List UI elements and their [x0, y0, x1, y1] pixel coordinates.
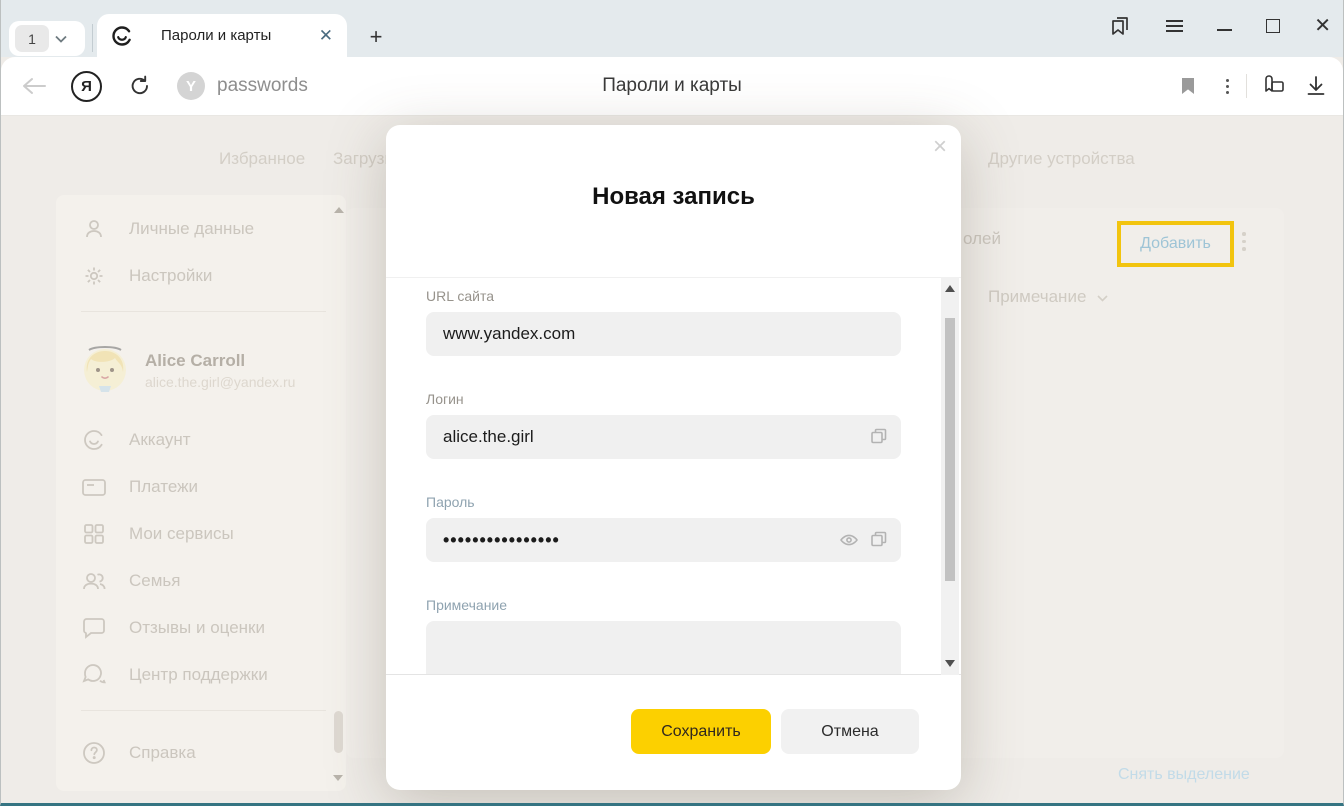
profile-block[interactable]: Alice Carroll alice.the.girl@yandex.ru [81, 324, 346, 416]
deselect-link[interactable]: Снять выделение [1118, 766, 1250, 784]
sidebar-item-help[interactable]: Справка [81, 729, 346, 776]
back-icon[interactable] [21, 76, 47, 96]
sidebar-item-support[interactable]: Центр поддержки [81, 651, 346, 698]
browser-tab-active[interactable]: Пароли и карты ✕ [97, 14, 347, 57]
browser-toolbar: Я Y passwords Пароли и карты [1, 57, 1343, 116]
tab-panels-icon[interactable] [1108, 14, 1132, 38]
avatar [81, 346, 129, 394]
divider [92, 24, 93, 52]
dialog-footer: Сохранить Отмена [386, 676, 961, 790]
person-icon [81, 216, 107, 242]
sidebar-item-family[interactable]: Семья [81, 557, 346, 604]
scrollbar-thumb[interactable] [945, 318, 955, 581]
sidebar-scrollbar[interactable] [332, 207, 345, 781]
sidebar: Личные данные Настройки [56, 195, 346, 791]
chevron-down-icon[interactable] [55, 35, 67, 43]
add-button[interactable]: Добавить [1140, 235, 1211, 253]
question-circle-icon [81, 740, 107, 766]
cancel-button[interactable]: Отмена [781, 709, 919, 754]
divider [81, 710, 326, 711]
download-icon[interactable] [1305, 75, 1327, 97]
browser-window: 1 Пароли и карты ✕ + ✕ [0, 0, 1344, 806]
profile-name: Alice Carroll [145, 351, 295, 371]
sidebar-item-payments[interactable]: Платежи [81, 463, 346, 510]
copy-icon[interactable] [870, 428, 888, 446]
divider [1246, 74, 1247, 98]
divider [81, 311, 326, 312]
toolbar-menu-icon[interactable] [1226, 79, 1229, 94]
maximize-button[interactable] [1266, 19, 1280, 33]
tab-close-icon[interactable]: ✕ [319, 27, 333, 44]
url-text[interactable]: passwords [217, 75, 308, 97]
speech-bubble-icon [81, 615, 107, 641]
clipped-search-text: олей [963, 229, 1001, 249]
scroll-up-arrow[interactable] [945, 285, 955, 292]
scroll-down-arrow[interactable] [945, 660, 955, 667]
menu-icon[interactable] [1166, 20, 1183, 32]
nav-tab-favorites[interactable]: Избранное [219, 149, 305, 169]
reload-icon[interactable] [128, 74, 152, 98]
bookmark-icon[interactable] [1179, 76, 1197, 96]
scrollbar-thumb[interactable] [334, 711, 343, 753]
copy-icon[interactable] [870, 531, 888, 549]
dialog-scrollbar[interactable] [941, 277, 959, 675]
collections-icon[interactable] [1261, 74, 1287, 98]
note-field-label: Примечание [426, 597, 901, 613]
sidebar-item-personal-data[interactable]: Личные данные [81, 205, 346, 252]
save-button[interactable]: Сохранить [631, 709, 771, 754]
window-close-button[interactable]: ✕ [1314, 16, 1331, 36]
minimize-button[interactable] [1217, 29, 1232, 31]
family-icon [81, 568, 107, 594]
nav-tab-other-devices[interactable]: Другие устройства [988, 149, 1135, 169]
tab-strip: 1 Пароли и карты ✕ + ✕ [1, 0, 1343, 57]
site-favicon: Y [177, 72, 205, 100]
column-header-note[interactable]: Примечание [988, 287, 1108, 307]
new-tab-button[interactable]: + [361, 22, 391, 52]
profile-email: alice.the.girl@yandex.ru [145, 374, 295, 390]
chevron-down-icon [1097, 295, 1108, 302]
tab-group-chip[interactable]: 1 [9, 21, 85, 56]
note-textarea[interactable] [426, 621, 901, 675]
show-password-eye-icon[interactable] [839, 531, 857, 549]
sidebar-item-reviews[interactable]: Отзывы и оценки [81, 604, 346, 651]
password-field-label: Пароль [426, 494, 901, 510]
tab-group-number[interactable]: 1 [15, 25, 49, 52]
list-menu-icon[interactable] [1242, 232, 1246, 251]
dialog-close-icon[interactable]: × [933, 133, 947, 161]
login-input[interactable] [426, 415, 901, 459]
scroll-up-arrow[interactable] [334, 207, 344, 213]
sidebar-item-my-services[interactable]: Мои сервисы [81, 510, 346, 557]
bank-card-icon [81, 474, 107, 500]
login-field-label: Логин [426, 391, 901, 407]
grid-icon [81, 521, 107, 547]
gear-icon [81, 263, 107, 289]
add-button-highlight[interactable]: Добавить [1117, 221, 1234, 267]
dialog-form-scroll-area: URL сайта Логин Паро [386, 277, 961, 675]
yandex-browser-smiley-icon [111, 25, 133, 47]
sidebar-item-account[interactable]: Аккаунт [81, 416, 346, 463]
password-input[interactable] [426, 518, 901, 562]
dialog-title: Новая запись [386, 183, 961, 211]
url-input[interactable] [426, 312, 901, 356]
scroll-down-arrow[interactable] [333, 775, 343, 781]
yandex-home-icon[interactable]: Я [71, 71, 102, 102]
tab-title: Пароли и карты [145, 27, 307, 44]
sidebar-item-settings[interactable]: Настройки [81, 252, 346, 299]
toolbar-page-title: Пароли и карты [602, 57, 742, 115]
smiley-circle-icon [81, 427, 107, 453]
new-entry-dialog: × Новая запись URL сайта Логин [386, 125, 961, 790]
chat-bubbles-icon [81, 662, 107, 688]
url-field-label: URL сайта [426, 288, 901, 304]
